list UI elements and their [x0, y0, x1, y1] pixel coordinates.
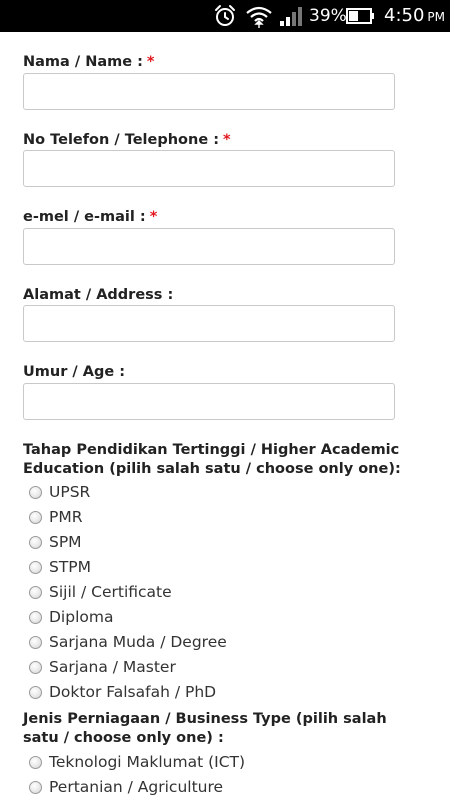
- clock: 4:50 PM: [384, 0, 445, 32]
- option-label: UPSR: [49, 483, 91, 501]
- radio-button[interactable]: [29, 780, 42, 794]
- business-type-question: Jenis Perniagaan / Business Type (pilih …: [23, 711, 387, 746]
- education-option[interactable]: Doktor Falsafah / PhD: [29, 681, 216, 703]
- education-question: Tahap Pendidikan Tertinggi / Higher Acad…: [23, 442, 401, 477]
- wifi-icon: [245, 0, 273, 32]
- age-label: Umur / Age :: [23, 364, 126, 380]
- radio-button[interactable]: [29, 535, 42, 549]
- option-label: Sijil / Certificate: [49, 583, 172, 601]
- option-label: Sarjana / Master: [49, 658, 176, 676]
- radio-button[interactable]: [29, 755, 42, 769]
- business-option[interactable]: Teknologi Maklumat (ICT): [29, 751, 245, 773]
- radio-button[interactable]: [29, 610, 42, 624]
- email-input[interactable]: [23, 228, 395, 265]
- name-label-text: Nama / Name :: [23, 54, 143, 70]
- telephone-input[interactable]: [23, 150, 395, 187]
- education-option[interactable]: PMR: [29, 506, 83, 528]
- name-input[interactable]: [23, 73, 395, 110]
- option-label: Teknologi Maklumat (ICT): [49, 753, 246, 771]
- alarm-icon: [213, 0, 237, 32]
- address-label: Alamat / Address :: [23, 287, 174, 303]
- required-marker: *: [149, 209, 158, 225]
- age-input[interactable]: [23, 383, 395, 420]
- radio-button[interactable]: [29, 510, 42, 524]
- required-marker: *: [223, 132, 231, 148]
- telephone-label: No Telefon / Telephone : *: [23, 131, 231, 149]
- education-option[interactable]: Diploma: [29, 606, 113, 628]
- radio-button[interactable]: [29, 485, 42, 499]
- address-input[interactable]: [23, 305, 395, 342]
- option-label: PMR: [49, 508, 83, 526]
- radio-button[interactable]: [29, 585, 42, 599]
- radio-button[interactable]: [29, 660, 42, 674]
- option-label: Pertanian / Agriculture: [49, 778, 224, 796]
- clock-ampm: PM: [427, 10, 446, 24]
- education-option[interactable]: UPSR: [29, 481, 90, 503]
- option-label: Sarjana Muda / Degree: [49, 633, 227, 651]
- option-label: Diploma: [49, 608, 114, 626]
- education-option[interactable]: SPM: [29, 531, 82, 553]
- option-label: SPM: [49, 533, 82, 551]
- education-option[interactable]: Sijil / Certificate: [29, 581, 172, 603]
- clock-time: 4:50: [384, 5, 425, 26]
- option-label: Doktor Falsafah / PhD: [49, 683, 217, 701]
- email-label: e-mel / e-mail : *: [23, 208, 157, 226]
- status-bar: 39% 4:50 PM: [0, 0, 450, 32]
- radio-button[interactable]: [29, 560, 42, 574]
- battery-percent: 39%: [309, 6, 347, 26]
- battery-icon: [346, 0, 376, 32]
- education-option[interactable]: Sarjana Muda / Degree: [29, 631, 227, 653]
- radio-button[interactable]: [29, 635, 42, 649]
- radio-button[interactable]: [29, 685, 42, 699]
- telephone-label-text: No Telefon / Telephone :: [23, 132, 220, 148]
- signal-icon: [279, 0, 303, 32]
- name-label: Nama / Name : *: [23, 53, 155, 71]
- business-option[interactable]: Pertanian / Agriculture: [29, 776, 223, 798]
- education-option[interactable]: STPM: [29, 556, 91, 578]
- email-label-text: e-mel / e-mail :: [23, 209, 146, 225]
- required-marker: *: [146, 54, 155, 70]
- education-option[interactable]: Sarjana / Master: [29, 656, 176, 678]
- option-label: STPM: [49, 558, 92, 576]
